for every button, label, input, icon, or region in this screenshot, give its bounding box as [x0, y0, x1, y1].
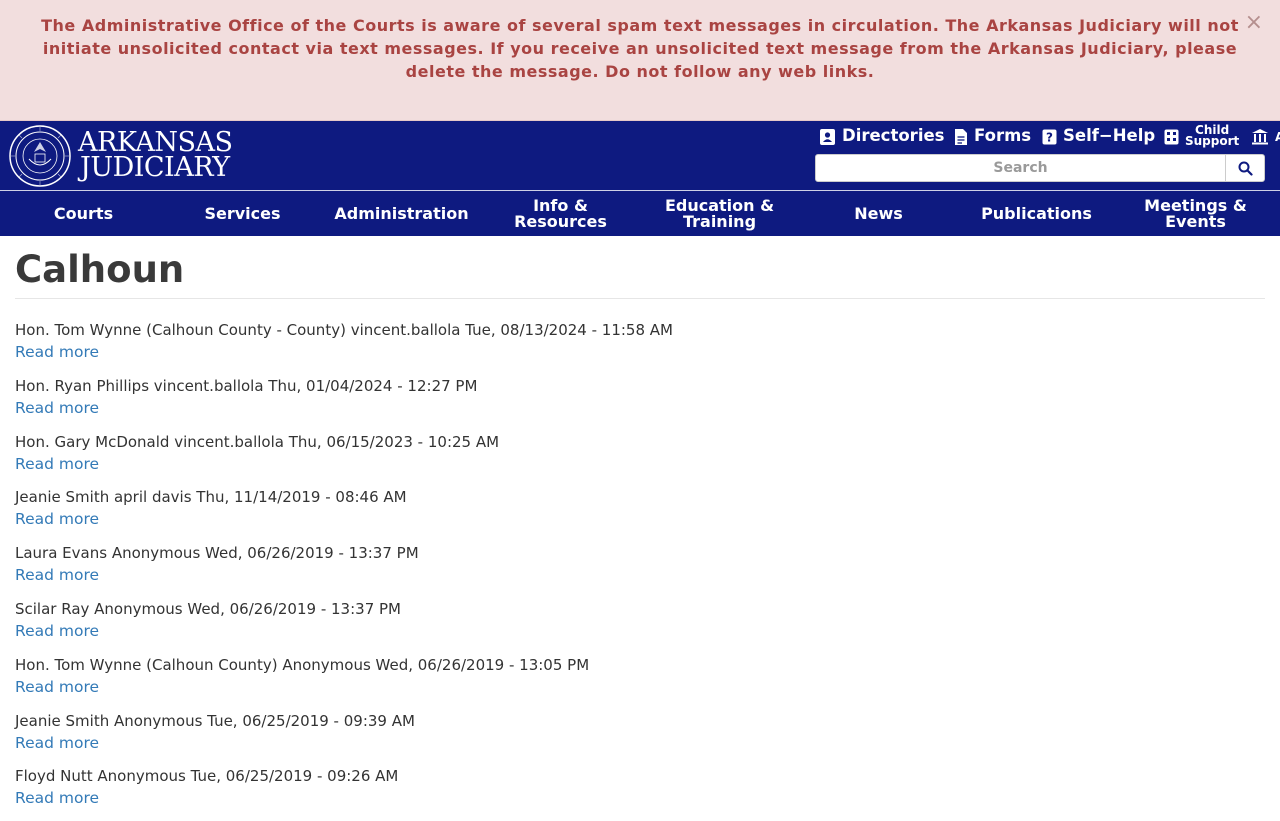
question-icon: ?	[1042, 129, 1057, 144]
utility-link-courthouse[interactable]: A	[1251, 124, 1280, 149]
entry-summary: Hon. Ryan Phillips vincent.ballola Thu, …	[15, 376, 478, 395]
list-item: Hon. Tom Wynne (Calhoun County - County)…	[15, 319, 1265, 375]
list-item: Hon. Ryan Phillips vincent.ballola Thu, …	[15, 375, 1265, 431]
entry-summary: Jeanie Smith april davis Thu, 11/14/2019…	[15, 488, 407, 507]
entry-list: Hon. Tom Wynne (Calhoun County - County)…	[15, 319, 1265, 821]
utility-label-self-help: Self−Help	[1063, 126, 1156, 145]
list-item: Jeanie Smith april davis Thu, 11/14/2019…	[15, 486, 1265, 542]
nav-item-news[interactable]: News	[799, 191, 958, 236]
list-item: Scilar Ray Anonymous Wed, 06/26/2019 - 1…	[15, 598, 1265, 654]
read-more-link[interactable]: Read more	[15, 787, 1265, 810]
utility-label-directories: Directories	[842, 126, 945, 145]
entry-summary: Hon. Gary McDonald vincent.ballola Thu, …	[15, 432, 500, 451]
nav-item-education-training[interactable]: Education & Training	[640, 191, 799, 236]
nav-item-administration[interactable]: Administration	[322, 191, 481, 236]
utility-link-self-help[interactable]: ? Self−Help	[1042, 124, 1155, 148]
alert-banner: The Administrative Office of the Courts …	[0, 0, 1280, 121]
alert-message: The Administrative Office of the Courts …	[41, 16, 1239, 81]
read-more-link[interactable]: Read more	[15, 564, 1265, 587]
utility-nav: Directories Forms ? Self−Help Child Supp…	[819, 124, 1280, 148]
search-icon	[1238, 161, 1253, 176]
list-item: Floyd Nutt Anonymous Tue, 06/25/2019 - 0…	[15, 765, 1265, 821]
logo-line-2: JUDICIARY	[80, 152, 230, 183]
directory-icon	[820, 128, 835, 145]
read-more-link[interactable]: Read more	[15, 732, 1265, 755]
search-input[interactable]	[815, 154, 1226, 182]
entry-summary: Jeanie Smith Anonymous Tue, 06/25/2019 -…	[15, 711, 415, 730]
nav-item-meetings-events[interactable]: Meetings & Events	[1116, 191, 1275, 236]
utility-link-directories[interactable]: Directories	[819, 124, 945, 148]
entry-summary: Hon. Tom Wynne (Calhoun County) Anonymou…	[15, 655, 590, 674]
nav-label-line-2: Training	[682, 211, 757, 231]
read-more-link[interactable]: Read more	[15, 341, 1265, 364]
read-more-link[interactable]: Read more	[15, 397, 1265, 420]
utility-label-support: Support	[1185, 134, 1240, 148]
read-more-link[interactable]: Read more	[15, 676, 1265, 699]
calculator-icon	[1164, 129, 1179, 145]
read-more-link[interactable]: Read more	[15, 620, 1265, 643]
nav-item-info-resources[interactable]: Info & Resources	[481, 191, 640, 236]
list-item: Hon. Tom Wynne (Calhoun County) Anonymou…	[15, 654, 1265, 710]
nav-label-line-2: Resources	[514, 211, 607, 231]
utility-link-forms[interactable]: Forms	[954, 124, 1031, 148]
nav-item-courts[interactable]: Courts	[4, 191, 163, 236]
close-icon[interactable]: ×	[1245, 12, 1263, 34]
utility-label-courthouse: A	[1275, 130, 1280, 144]
utility-link-child-support[interactable]: Child Support	[1164, 124, 1240, 148]
search-bar	[815, 154, 1265, 182]
site-logo-text[interactable]: ARKANSAS JUDICIARY	[78, 129, 233, 183]
list-item: Laura Evans Anonymous Wed, 06/26/2019 - …	[15, 542, 1265, 598]
utility-label-forms: Forms	[974, 126, 1032, 145]
entry-summary: Scilar Ray Anonymous Wed, 06/26/2019 - 1…	[15, 599, 401, 618]
page-title: Calhoun	[15, 248, 185, 291]
entry-summary: Hon. Tom Wynne (Calhoun County - County)…	[15, 321, 673, 339]
document-icon	[955, 128, 967, 145]
nav-label-line-2: Events	[1165, 211, 1226, 231]
svg-text:?: ?	[1046, 130, 1053, 144]
title-divider	[15, 298, 1265, 299]
entry-summary: Laura Evans Anonymous Wed, 06/26/2019 - …	[15, 544, 419, 563]
read-more-link[interactable]: Read more	[15, 508, 1265, 531]
list-item: Hon. Gary McDonald vincent.ballola Thu, …	[15, 431, 1265, 487]
list-item: Jeanie Smith Anonymous Tue, 06/25/2019 -…	[15, 710, 1265, 766]
main-nav: Courts Services Administration Info & Res…	[0, 191, 1280, 236]
courthouse-icon	[1252, 129, 1268, 145]
nav-item-services[interactable]: Services	[163, 191, 322, 236]
search-button[interactable]	[1225, 154, 1265, 182]
nav-item-publications[interactable]: Publications	[957, 191, 1116, 236]
entry-summary: Floyd Nutt Anonymous Tue, 06/25/2019 - 0…	[15, 767, 399, 786]
supreme-court-seal-logo[interactable]	[9, 125, 71, 187]
read-more-link[interactable]: Read more	[15, 453, 1265, 476]
